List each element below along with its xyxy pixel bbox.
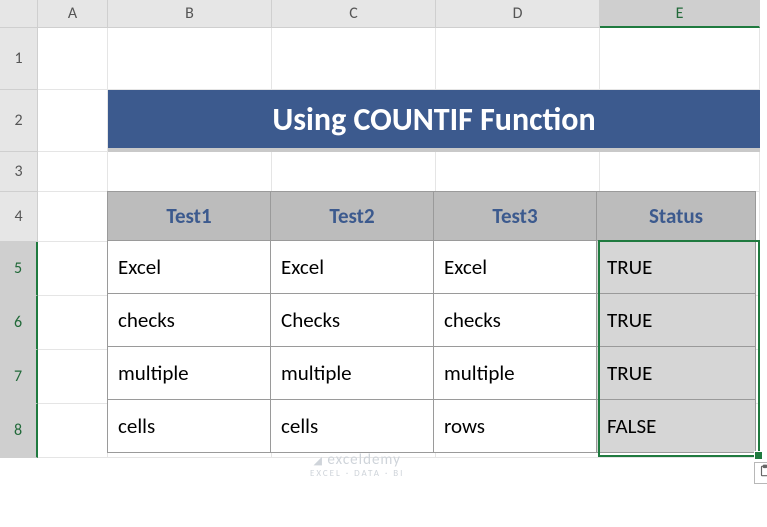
row-header-col: 1 2 3 4 5 6 7 8 <box>0 28 38 458</box>
header-test3[interactable]: Test3 <box>433 191 597 241</box>
cell-b5[interactable]: Excel <box>107 240 271 294</box>
header-status[interactable]: Status <box>596 191 756 241</box>
table-row: multiple multiple multiple TRUE <box>108 347 760 400</box>
cell-value: checks <box>118 307 175 333</box>
cell-value: multiple <box>281 360 352 386</box>
row-header-1[interactable]: 1 <box>0 28 38 90</box>
title-cell[interactable]: Using COUNTIF Function <box>108 90 760 152</box>
table-header-row: Test1 Test2 Test3 Status <box>108 192 760 241</box>
cell-value: Excel <box>281 254 324 280</box>
row-header-7[interactable]: 7 <box>0 350 38 404</box>
row-header-5[interactable]: 5 <box>0 242 38 296</box>
col-header-A[interactable]: A <box>38 0 108 28</box>
cell-value: cells <box>281 413 318 439</box>
cell-value: TRUE <box>607 254 652 280</box>
cell-value: cells <box>118 413 155 439</box>
header-test1[interactable]: Test1 <box>107 191 271 241</box>
watermark-sub: EXCEL · DATA · BI <box>310 469 404 479</box>
table-row: Excel Excel Excel TRUE <box>108 241 760 294</box>
cell-d5[interactable]: Excel <box>433 240 597 294</box>
column-header-row: A B C D E <box>0 0 760 28</box>
header-test2[interactable]: Test2 <box>270 191 434 241</box>
autofill-options-button[interactable] <box>754 462 767 484</box>
cell-e6[interactable]: TRUE <box>596 293 756 347</box>
cell-value: Excel <box>118 254 161 280</box>
row-header-6[interactable]: 6 <box>0 296 38 350</box>
cell-value: Excel <box>444 254 487 280</box>
cell-value: rows <box>444 413 485 439</box>
row-header-3[interactable]: 3 <box>0 152 38 192</box>
spreadsheet: A B C D E 1 2 3 4 5 6 7 8 Using COUNTIF … <box>0 0 767 527</box>
header-label: Test1 <box>166 203 211 229</box>
col-header-D[interactable]: D <box>436 0 600 28</box>
cell-e5[interactable]: TRUE <box>596 240 756 294</box>
cell-c8[interactable]: cells <box>270 399 434 453</box>
title-text: Using COUNTIF Function <box>272 100 595 139</box>
cell-value: Checks <box>281 307 340 333</box>
cell-value: TRUE <box>607 307 652 333</box>
cell-b7[interactable]: multiple <box>107 346 271 400</box>
header-label: Status <box>649 203 703 229</box>
cell-value: checks <box>444 307 501 333</box>
cell-value: multiple <box>118 360 189 386</box>
cell-value: TRUE <box>607 360 652 386</box>
table-row: checks Checks checks TRUE <box>108 294 760 347</box>
cell-e8[interactable]: FALSE <box>596 399 756 453</box>
col-header-B[interactable]: B <box>108 0 272 28</box>
col-header-C[interactable]: C <box>272 0 436 28</box>
cell-value: FALSE <box>607 413 656 439</box>
cell-c6[interactable]: Checks <box>270 293 434 347</box>
cell-value: multiple <box>444 360 515 386</box>
cell-d7[interactable]: multiple <box>433 346 597 400</box>
col-header-E[interactable]: E <box>600 0 760 28</box>
cell-c7[interactable]: multiple <box>270 346 434 400</box>
row-header-4[interactable]: 4 <box>0 192 38 242</box>
cell-b8[interactable]: cells <box>107 399 271 453</box>
row-header-8[interactable]: 8 <box>0 404 38 458</box>
cell-b6[interactable]: checks <box>107 293 271 347</box>
data-table: Test1 Test2 Test3 Status Excel Excel Exc… <box>108 192 760 453</box>
header-label: Test3 <box>492 203 537 229</box>
cell-d8[interactable]: rows <box>433 399 597 453</box>
cell-e7[interactable]: TRUE <box>596 346 756 400</box>
select-all-corner[interactable] <box>0 0 38 28</box>
header-label: Test2 <box>329 203 374 229</box>
cell-c5[interactable]: Excel <box>270 240 434 294</box>
table-row: cells cells rows FALSE <box>108 400 760 453</box>
row-header-2[interactable]: 2 <box>0 90 38 152</box>
cell-d6[interactable]: checks <box>433 293 597 347</box>
clipboard-icon <box>758 464 767 483</box>
